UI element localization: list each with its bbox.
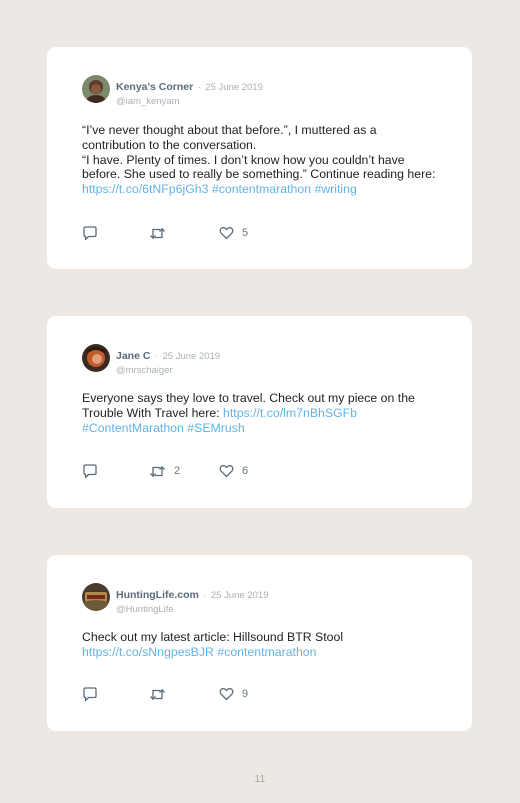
reply-button[interactable] <box>82 462 98 480</box>
separator: · <box>197 82 201 93</box>
tweet-text: Check out my latest article: Hillsound B… <box>82 630 442 660</box>
tweet-text-line: Check out my latest article: Hillsound B… <box>82 630 344 644</box>
retweet-count: 2 <box>174 465 181 477</box>
retweet-button[interactable]: 2 <box>149 462 180 480</box>
retweet-icon <box>150 227 165 239</box>
tweet-url-link[interactable]: https://t.co/6tNFp6jGh3 <box>82 182 208 196</box>
avatar-image <box>82 75 110 103</box>
like-button[interactable]: 5 <box>219 224 248 242</box>
page-number: 11 <box>254 774 266 785</box>
like-button[interactable]: 9 <box>219 685 248 703</box>
retweet-button[interactable] <box>149 685 174 703</box>
avatar[interactable] <box>82 75 110 103</box>
like-count: 9 <box>242 688 249 700</box>
tweet-actions: 9 <box>82 685 332 703</box>
tweet-text: Everyone says they love to travel. Check… <box>82 391 442 435</box>
hashtag-link[interactable]: #contentmarathon <box>212 182 311 196</box>
tweet-links-line: https://t.co/sNngpesBJR #contentmarathon <box>82 645 442 660</box>
tweet-actions: 2 6 <box>82 462 332 480</box>
hashtag-link[interactable]: #contentmarathon <box>217 645 316 659</box>
retweet-icon <box>150 688 165 700</box>
reply-button[interactable] <box>82 685 98 703</box>
tweet-date[interactable]: 25 June 2019 <box>163 351 221 362</box>
reply-button[interactable] <box>82 224 98 242</box>
hashtag-link[interactable]: #SEMrush <box>187 421 244 435</box>
author-name[interactable]: Kenya's Corner <box>116 81 193 93</box>
retweet-button[interactable] <box>149 224 174 242</box>
avatar[interactable] <box>82 344 110 372</box>
author-handle[interactable]: @mrschaiger <box>116 365 220 376</box>
tweet-date[interactable]: 25 June 2019 <box>205 82 263 93</box>
heart-icon <box>219 226 234 240</box>
reply-icon <box>83 225 97 240</box>
like-count: 6 <box>242 465 249 477</box>
heart-icon <box>219 687 234 701</box>
author-handle[interactable]: @HuntingLife <box>116 604 269 615</box>
separator: · <box>203 590 207 601</box>
like-count: 5 <box>242 227 249 239</box>
avatar[interactable] <box>82 583 110 611</box>
tweet-actions: 5 <box>82 224 332 242</box>
heart-icon <box>219 464 234 478</box>
tweet-card: Kenya's Corner · 25 June 2019 @iam_kenya… <box>47 47 472 269</box>
author-handle[interactable]: @iam_kenyam <box>116 96 263 107</box>
author-name[interactable]: HuntingLife.com <box>116 589 199 601</box>
tweet-url-link[interactable]: https://t.co/sNngpesBJR <box>82 645 214 659</box>
retweet-icon <box>150 465 165 477</box>
tweet-text-line: “I’ve never thought about that before.”,… <box>82 123 377 152</box>
like-button[interactable]: 6 <box>219 462 248 480</box>
hashtag-link[interactable]: #ContentMarathon <box>82 421 184 435</box>
tweet-card: Jane C · 25 June 2019 @mrschaiger Everyo… <box>47 316 472 508</box>
tweet-text-line: “I have. Plenty of times. I don’t know h… <box>82 152 436 197</box>
reply-icon <box>83 463 97 478</box>
tweet-url-link[interactable]: https://t.co/lm7nBhSGFb <box>223 406 357 420</box>
tweet-date[interactable]: 25 June 2019 <box>211 590 269 601</box>
separator: · <box>154 351 159 362</box>
tweet-text: “I’ve never thought about that before.”,… <box>82 123 442 197</box>
tweet-card: HuntingLife.com · 25 June 2019 @HuntingL… <box>47 555 472 731</box>
author-name[interactable]: Jane C <box>116 350 150 362</box>
reply-icon <box>83 686 97 701</box>
avatar-image <box>82 583 110 611</box>
avatar-image <box>82 344 110 372</box>
hashtag-link[interactable]: #writing <box>314 182 356 196</box>
